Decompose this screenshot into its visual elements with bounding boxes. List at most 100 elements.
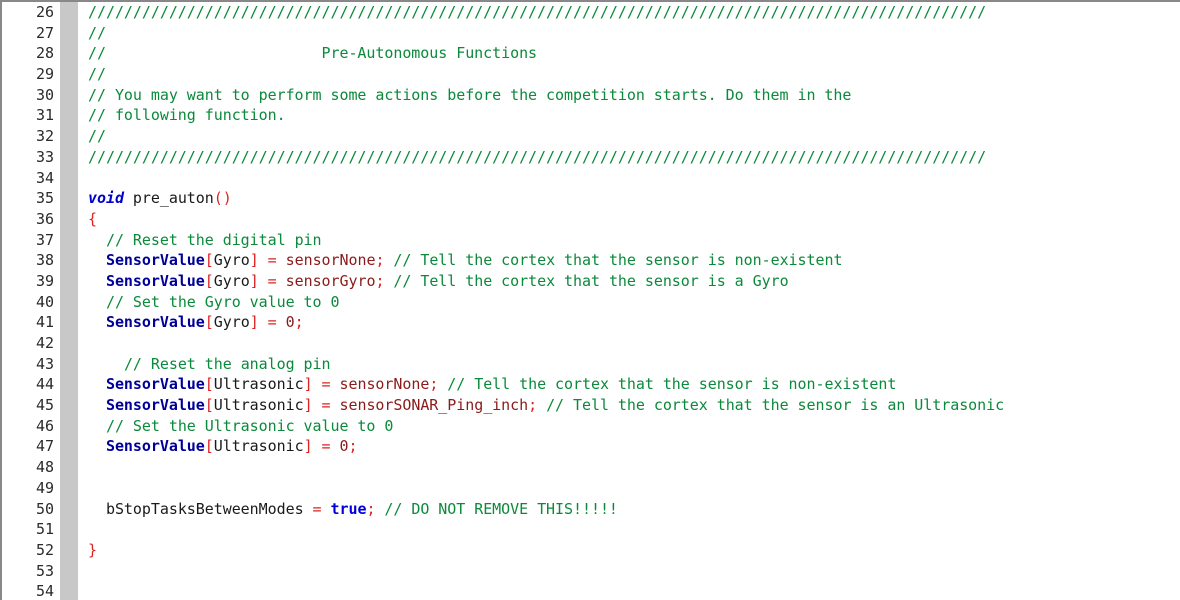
- code-line[interactable]: 46 // Set the Ultrasonic value to 0: [2, 415, 1180, 437]
- fold-margin-strip[interactable]: [60, 167, 78, 189]
- fold-margin-strip[interactable]: [60, 374, 78, 396]
- code-line[interactable]: 40 // Set the Gyro value to 0: [2, 291, 1180, 313]
- code-line[interactable]: 30 // You may want to perform some action…: [2, 84, 1180, 106]
- code-line[interactable]: 34: [2, 167, 1180, 189]
- fold-margin-strip[interactable]: [60, 291, 78, 313]
- code-line[interactable]: 26 //////////////////////////////////////…: [2, 2, 1180, 23]
- code-line[interactable]: 27 //: [2, 22, 1180, 44]
- code-line-content[interactable]: ////////////////////////////////////////…: [88, 2, 1180, 23]
- fold-margin-strip[interactable]: [60, 229, 78, 251]
- code-line-content[interactable]: // Reset the digital pin: [88, 230, 1180, 251]
- fold-margin-strip[interactable]: [60, 457, 78, 478]
- fold-margin-strip[interactable]: [60, 43, 78, 65]
- code-line[interactable]: 52}: [2, 539, 1180, 561]
- punctuation-token: ]: [249, 313, 259, 332]
- code-line[interactable]: 31 // following function.: [2, 105, 1180, 127]
- fold-margin-strip[interactable]: [60, 84, 78, 106]
- code-line[interactable]: 50 bStopTasksBetweenModes = true; // DO …: [2, 498, 1180, 520]
- code-line[interactable]: 41 SensorValue[Gyro] = 0;: [2, 312, 1180, 334]
- code-line[interactable]: 33 //////////////////////////////////////…: [2, 146, 1180, 168]
- constant-token: sensorNone: [339, 375, 430, 394]
- fold-margin-strip[interactable]: [60, 436, 78, 458]
- code-line[interactable]: 44 SensorValue[Ultrasonic] = sensorNone;…: [2, 374, 1180, 396]
- code-line-content[interactable]: // following function.: [88, 105, 1180, 126]
- code-line[interactable]: 53: [2, 560, 1180, 582]
- fold-margin-strip[interactable]: [60, 146, 78, 168]
- code-line-content[interactable]: {: [88, 209, 1180, 230]
- code-line-content[interactable]: //: [88, 23, 1180, 44]
- fold-margin-strip[interactable]: [60, 208, 78, 230]
- gutter-gap: [78, 395, 88, 416]
- code-line[interactable]: 43 // Reset the analog pin: [2, 353, 1180, 375]
- fold-margin-strip[interactable]: [60, 2, 78, 23]
- fold-margin-strip[interactable]: [60, 22, 78, 44]
- code-line[interactable]: 48: [2, 457, 1180, 478]
- fold-margin-strip[interactable]: [60, 395, 78, 416]
- code-line[interactable]: 54: [2, 581, 1180, 600]
- code-line[interactable]: 32 //: [2, 126, 1180, 147]
- gutter-gap: [78, 519, 88, 540]
- fold-margin-strip[interactable]: [60, 312, 78, 333]
- code-scroll-area[interactable]: 26//////////////////////////////////////…: [2, 2, 1180, 600]
- code-editor-window: 26//////////////////////////////////////…: [0, 0, 1180, 600]
- code-line[interactable]: 38 SensorValue[Gyro] = sensorNone; // Te…: [2, 250, 1180, 271]
- code-line-content[interactable]: }: [88, 540, 1180, 561]
- code-line-content[interactable]: SensorValue[Ultrasonic] = 0;: [88, 436, 1180, 457]
- gutter-gap: [78, 167, 88, 189]
- code-line-content[interactable]: void pre_auton(): [88, 188, 1180, 209]
- code-line-content[interactable]: // Reset the analog pin: [88, 354, 1180, 375]
- gutter-gap: [78, 291, 88, 313]
- code-line-content[interactable]: //: [88, 64, 1180, 85]
- fold-margin-strip[interactable]: [60, 498, 78, 520]
- code-line-content[interactable]: bStopTasksBetweenModes = true; // DO NOT…: [88, 499, 1180, 520]
- code-line[interactable]: 51: [2, 519, 1180, 540]
- code-line[interactable]: 39 SensorValue[Gyro] = sensorGyro; // Te…: [2, 270, 1180, 292]
- fold-margin-strip[interactable]: [60, 560, 78, 582]
- code-line-content[interactable]: SensorValue[Gyro] = 0;: [88, 312, 1180, 333]
- code-line[interactable]: 35 void pre_auton(): [2, 188, 1180, 209]
- fold-margin-strip[interactable]: [60, 126, 78, 147]
- fold-margin-strip[interactable]: [60, 415, 78, 437]
- comment-token: //: [88, 127, 106, 146]
- code-line-content[interactable]: SensorValue[Ultrasonic] = sensorNone; //…: [88, 374, 1180, 395]
- code-line[interactable]: 45 SensorValue[Ultrasonic] = sensorSONAR…: [2, 395, 1180, 416]
- fold-margin-strip[interactable]: [60, 64, 78, 85]
- code-line-content[interactable]: // Set the Gyro value to 0: [88, 292, 1180, 313]
- line-number: 32: [2, 126, 60, 147]
- gutter-gap: [78, 353, 88, 375]
- code-line[interactable]: 49: [2, 477, 1180, 499]
- code-line[interactable]: 28 // Pre-Autonomous Functions: [2, 43, 1180, 65]
- code-line-content[interactable]: SensorValue[Gyro] = sensorNone; // Tell …: [88, 250, 1180, 271]
- fold-margin-strip[interactable]: [60, 188, 78, 209]
- fold-margin-strip[interactable]: [60, 250, 78, 271]
- fold-margin-strip[interactable]: [60, 539, 78, 561]
- code-line[interactable]: 29 //: [2, 64, 1180, 85]
- fold-margin-strip[interactable]: [60, 105, 78, 127]
- code-line-content[interactable]: // Pre-Autonomous Functions: [88, 43, 1180, 64]
- gutter-gap: [78, 229, 88, 251]
- code-line-content[interactable]: // You may want to perform some actions …: [88, 85, 1180, 106]
- fold-margin-strip[interactable]: [60, 353, 78, 375]
- code-line[interactable]: 36 {: [2, 208, 1180, 230]
- code-line-content[interactable]: SensorValue[Gyro] = sensorGyro; // Tell …: [88, 271, 1180, 292]
- code-line-content[interactable]: //: [88, 126, 1180, 147]
- code-line-content[interactable]: ////////////////////////////////////////…: [88, 147, 1180, 168]
- fold-margin-strip[interactable]: [60, 477, 78, 499]
- code-line-content[interactable]: // Set the Ultrasonic value to 0: [88, 416, 1180, 437]
- gutter-gap: [78, 333, 88, 354]
- fold-margin-strip[interactable]: [60, 581, 78, 600]
- fold-margin-strip[interactable]: [60, 333, 78, 354]
- fold-margin-strip[interactable]: [60, 519, 78, 540]
- line-number: 34: [2, 167, 60, 189]
- fold-margin-strip[interactable]: [60, 270, 78, 292]
- punctuation-token: (): [213, 189, 232, 208]
- code-line[interactable]: 42: [2, 333, 1180, 354]
- code-line[interactable]: 47 SensorValue[Ultrasonic] = 0;: [2, 436, 1180, 458]
- code-line[interactable]: 37 // Reset the digital pin: [2, 229, 1180, 251]
- code-line-content[interactable]: SensorValue[Ultrasonic] = sensorSONAR_Pi…: [88, 395, 1180, 416]
